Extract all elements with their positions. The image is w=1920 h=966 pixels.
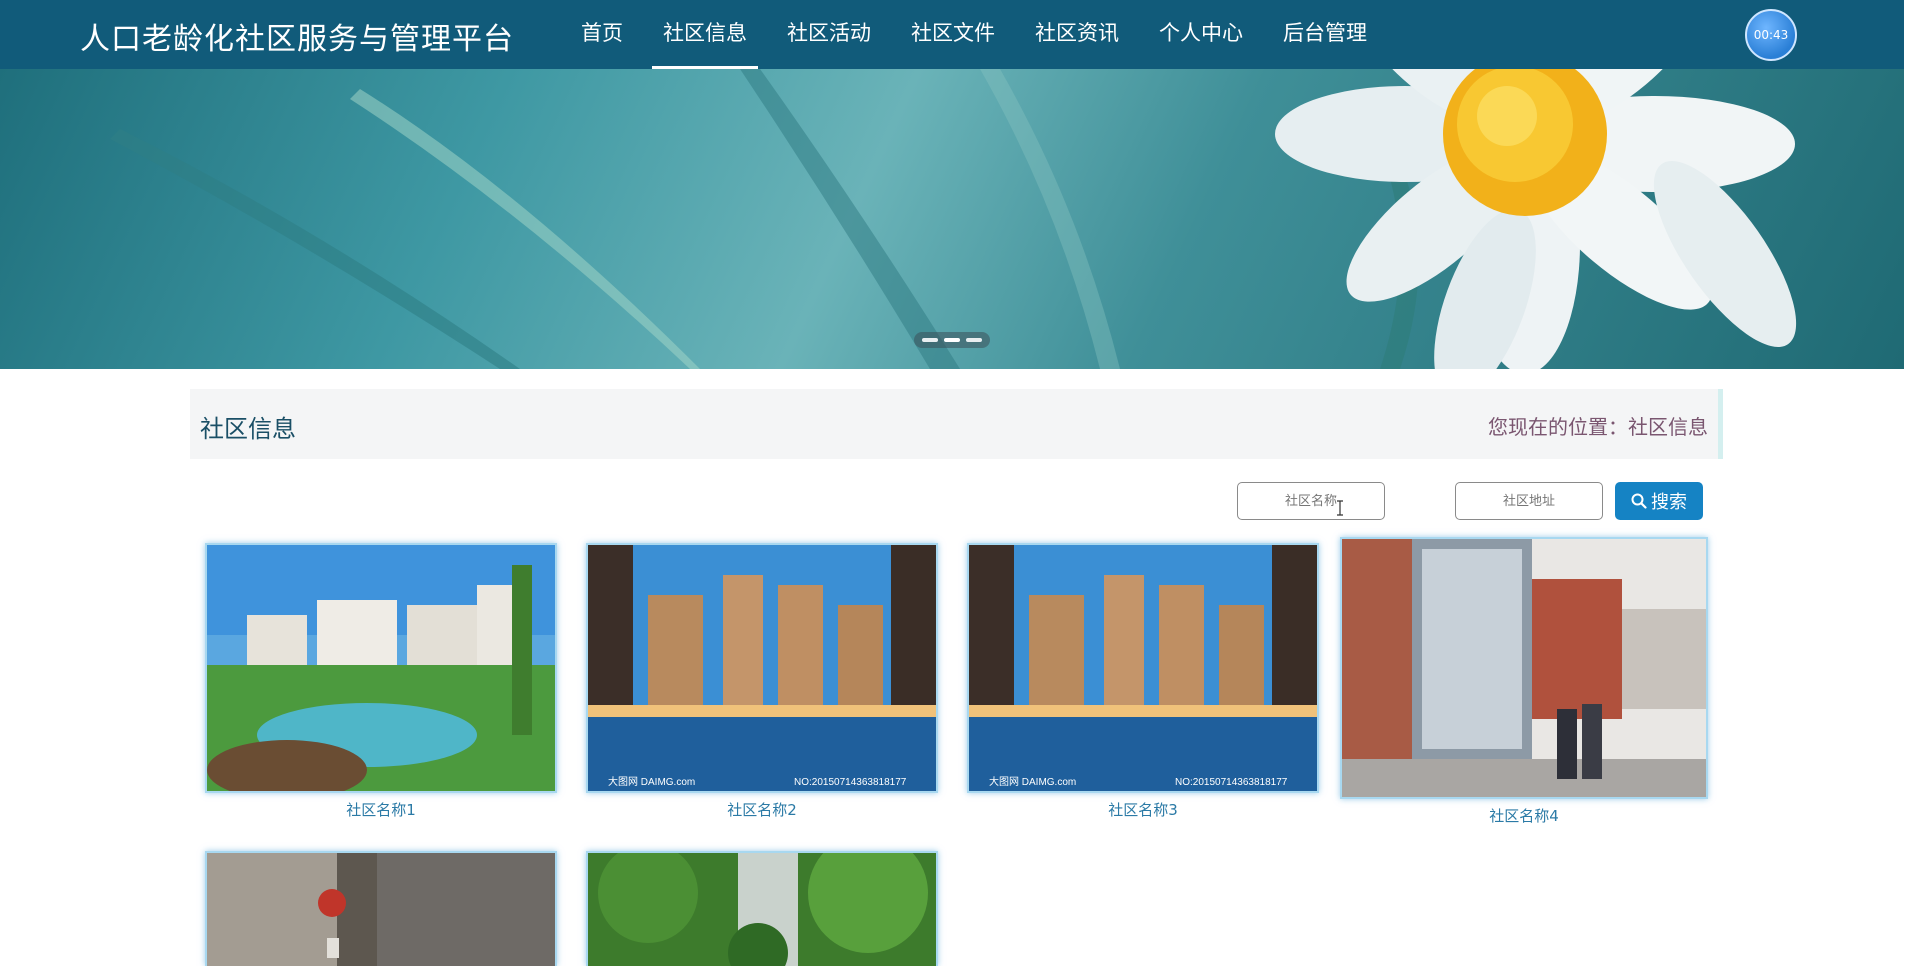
- nav-item-admin[interactable]: 后台管理: [1272, 0, 1378, 69]
- community-name[interactable]: 社区名称4: [1340, 805, 1708, 826]
- carousel-indicators: [914, 332, 990, 348]
- community-card[interactable]: [205, 851, 557, 966]
- community-card[interactable]: 社区名称1: [205, 543, 557, 820]
- page-title: 社区信息: [200, 415, 296, 443]
- carousel-dot-2[interactable]: [944, 338, 960, 342]
- search-button-label: 搜索: [1651, 492, 1687, 513]
- section-header: 社区信息 您现在的位置：社区信息: [190, 389, 1723, 459]
- community-card[interactable]: 大图网 DAIMG.com NO:20150714363818177 社区名称2: [586, 543, 938, 820]
- session-timer-badge[interactable]: 00:43: [1745, 9, 1797, 61]
- search-icon: [1631, 493, 1647, 509]
- community-thumbnail[interactable]: 大图网 DAIMG.com NO:20150714363818177: [586, 543, 938, 793]
- watermark-right: NO:20150714363818177: [794, 777, 907, 788]
- site-title[interactable]: 人口老龄化社区服务与管理平台: [80, 14, 514, 58]
- community-name[interactable]: 社区名称1: [205, 799, 557, 820]
- community-name[interactable]: 社区名称2: [586, 799, 938, 820]
- watermark-right: NO:20150714363818177: [1175, 777, 1288, 788]
- main-nav: 首页 社区信息 社区活动 社区文件 社区资讯 个人中心 后台管理: [570, 0, 1396, 69]
- community-card[interactable]: 社区名称4: [1340, 537, 1708, 826]
- watermark-left: 大图网 DAIMG.com: [989, 775, 1076, 788]
- daisy-banner-image: [110, 69, 1797, 369]
- search-button[interactable]: 搜索: [1615, 482, 1703, 520]
- community-name-input[interactable]: [1237, 482, 1385, 520]
- watermark-left: 大图网 DAIMG.com: [608, 775, 695, 788]
- breadcrumb: 您现在的位置：社区信息: [1488, 415, 1708, 439]
- nav-item-community-info[interactable]: 社区信息: [652, 0, 758, 69]
- nav-item-community-files[interactable]: 社区文件: [900, 0, 1006, 69]
- nav-item-home[interactable]: 首页: [570, 0, 634, 69]
- hero-banner: [0, 69, 1904, 369]
- community-name[interactable]: 社区名称3: [967, 799, 1319, 820]
- community-card[interactable]: [586, 851, 938, 966]
- community-thumbnail[interactable]: [1340, 537, 1708, 799]
- top-nav-bar: 人口老龄化社区服务与管理平台 首页 社区信息 社区活动 社区文件 社区资讯 个人…: [0, 0, 1904, 69]
- nav-item-community-news[interactable]: 社区资讯: [1024, 0, 1130, 69]
- nav-item-personal-center[interactable]: 个人中心: [1148, 0, 1254, 69]
- carousel-dot-1[interactable]: [922, 338, 938, 342]
- community-thumbnail[interactable]: [205, 543, 557, 793]
- community-thumbnail[interactable]: [586, 851, 938, 966]
- community-card[interactable]: 大图网 DAIMG.com NO:20150714363818177 社区名称3: [967, 543, 1319, 820]
- carousel-dot-3[interactable]: [966, 338, 982, 342]
- community-thumbnail[interactable]: [205, 851, 557, 966]
- community-thumbnail[interactable]: 大图网 DAIMG.com NO:20150714363818177: [967, 543, 1319, 793]
- nav-item-community-activities[interactable]: 社区活动: [776, 0, 882, 69]
- text-cursor-icon: [1337, 500, 1343, 516]
- community-address-input[interactable]: [1455, 482, 1603, 520]
